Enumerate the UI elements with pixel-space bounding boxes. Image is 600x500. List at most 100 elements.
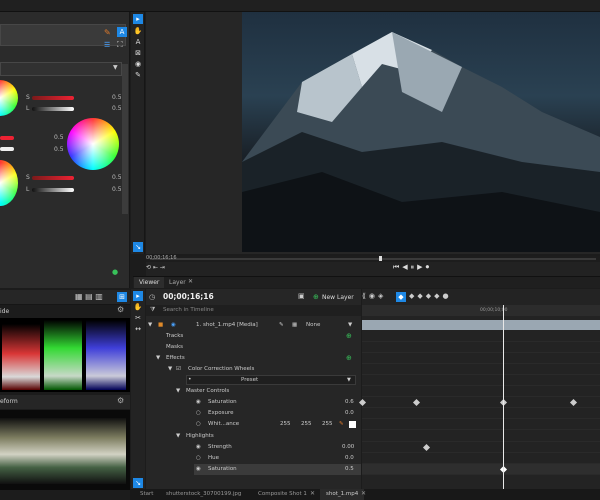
- razor-tool-icon[interactable]: ✂: [133, 313, 143, 323]
- chevron-down-icon[interactable]: ▼: [176, 431, 180, 442]
- new-layer-icon[interactable]: ⊕: [313, 293, 319, 301]
- master-controls-row[interactable]: ▼ Master Controls: [146, 386, 361, 397]
- chevron-down-icon[interactable]: ▼: [148, 320, 152, 331]
- effect-row[interactable]: ▼ ☑ Color Correction Wheels: [146, 364, 361, 375]
- film-icon[interactable]: ▣: [298, 292, 305, 300]
- keyframe-mode-icon[interactable]: ◆: [396, 292, 406, 302]
- mask-tool-icon[interactable]: ◉: [133, 59, 143, 69]
- keyframe-toggle-icon[interactable]: ○: [196, 408, 201, 419]
- tab-image[interactable]: shutterstock_30700199.jpg: [160, 489, 247, 500]
- hue-row[interactable]: ○ Hue 0.0: [146, 453, 361, 464]
- l-slider[interactable]: [32, 107, 74, 111]
- loop-icon[interactable]: ⟲ ⇤ ⇥: [146, 264, 165, 271]
- wb-g-value[interactable]: 255: [301, 419, 312, 430]
- l2-label: L: [26, 186, 30, 193]
- saturation-value[interactable]: 0.6: [345, 397, 354, 408]
- layer-row[interactable]: ▼ ■ ◉ 1. shot_1.mp4 [Media] ✎ ▦ None ▼: [146, 320, 361, 331]
- transform-tool-icon[interactable]: ⊠: [133, 48, 143, 58]
- s-slider[interactable]: [32, 96, 74, 100]
- white-balance-row[interactable]: ○ Whit...ance 255 255 255 ✎: [146, 419, 361, 430]
- clip-bar[interactable]: [362, 320, 600, 330]
- tab-viewer[interactable]: Viewer: [134, 277, 165, 288]
- color-swatch[interactable]: [349, 421, 356, 428]
- tab-layer[interactable]: Layer: [164, 277, 191, 288]
- close-icon[interactable]: ✕: [310, 490, 315, 497]
- exposure-row[interactable]: ○ Exposure 0.0: [146, 408, 361, 419]
- quad-view-icon[interactable]: ⊞: [117, 292, 127, 302]
- gear-icon[interactable]: ⚙: [117, 305, 124, 314]
- wb-r-value[interactable]: 255: [280, 419, 291, 430]
- filter-icon[interactable]: ⧩: [150, 306, 155, 314]
- layout-grid-icon[interactable]: ▦ ▤ ▥: [75, 292, 103, 301]
- scrollbar[interactable]: [122, 64, 128, 214]
- checkbox-icon[interactable]: ☑: [176, 364, 181, 375]
- pen-icon[interactable]: ✎: [279, 320, 284, 331]
- strength-value[interactable]: 0.00: [342, 442, 354, 453]
- hue-value[interactable]: 0.0: [345, 453, 354, 464]
- track-row: [362, 442, 600, 453]
- keyframe-toggle-icon[interactable]: ○: [196, 453, 201, 464]
- strength-row[interactable]: ◉ Strength 0.00: [146, 442, 361, 453]
- color-wheel-midtones[interactable]: [67, 118, 119, 170]
- search-input[interactable]: Search in Timeline: [163, 307, 214, 313]
- keyframe-nav-icons[interactable]: ⟪◉◈: [362, 292, 386, 300]
- snap-icon[interactable]: ↘: [133, 478, 143, 488]
- playhead[interactable]: [379, 256, 382, 261]
- chevron-down-icon[interactable]: ▼: [156, 353, 160, 364]
- mid-s-slider[interactable]: [0, 136, 14, 140]
- timeline-playhead[interactable]: [503, 305, 504, 489]
- tab-start[interactable]: Start: [134, 489, 159, 500]
- keyframe-toggle-icon[interactable]: ○: [196, 419, 201, 430]
- add-icon[interactable]: ●: [112, 268, 118, 276]
- preset-dropdown[interactable]: [0, 62, 122, 76]
- tab-composite[interactable]: Composite Shot 1: [252, 489, 313, 500]
- close-icon[interactable]: ✕: [361, 490, 366, 497]
- tab-shot[interactable]: shot_1.mp4: [320, 489, 365, 500]
- slip-tool-icon[interactable]: ↔: [133, 324, 143, 334]
- chevron-down-icon[interactable]: ▼: [347, 377, 351, 383]
- playback-controls[interactable]: ⏮◀⏸▶⏺: [393, 263, 432, 272]
- hl-saturation-value[interactable]: 0.5: [345, 464, 354, 475]
- track-row: [362, 431, 600, 442]
- wb-b-value[interactable]: 255: [322, 419, 333, 430]
- hand-tool-icon[interactable]: ✋: [133, 26, 143, 36]
- grid-icon[interactable]: ▦: [292, 320, 297, 331]
- chevron-down-icon[interactable]: ▼: [168, 364, 172, 375]
- keyframe-toggle-icon[interactable]: ◉: [196, 442, 201, 453]
- preset-select[interactable]: [186, 375, 356, 385]
- tracks-row[interactable]: Tracks: [146, 331, 361, 342]
- blend-mode-select[interactable]: None: [306, 320, 320, 331]
- eye-icon[interactable]: ◉: [171, 320, 176, 331]
- list-icon[interactable]: ☰: [104, 41, 110, 49]
- add-icon[interactable]: ⊕: [346, 332, 352, 340]
- chevron-down-icon[interactable]: ▼: [176, 386, 180, 397]
- keyframe-toggle-icon[interactable]: ◉: [196, 397, 201, 408]
- expand-icon[interactable]: ⛶: [117, 40, 123, 50]
- highlights-row[interactable]: ▼ Highlights: [146, 431, 361, 442]
- saturation-row[interactable]: ◉ Saturation 0.6: [146, 397, 361, 408]
- effects-row[interactable]: ▼ Effects: [146, 353, 361, 364]
- text-tool-icon[interactable]: A: [133, 37, 143, 47]
- select-tool-icon[interactable]: ▸: [133, 14, 143, 24]
- masks-row[interactable]: Masks: [146, 342, 361, 353]
- exposure-value[interactable]: 0.0: [345, 408, 354, 419]
- eyedropper-icon[interactable]: ✎: [339, 419, 344, 430]
- keyframe-type-icons[interactable]: ◆◆◆◆●: [409, 292, 452, 300]
- color-picker-icon[interactable]: A: [117, 27, 127, 37]
- gear-icon[interactable]: ⚙: [117, 396, 124, 405]
- mid-l-slider[interactable]: [0, 147, 14, 151]
- select-tool-icon[interactable]: ▸: [133, 291, 143, 301]
- l2-slider[interactable]: [32, 188, 74, 192]
- s2-slider[interactable]: [32, 176, 74, 180]
- eyedropper-icon[interactable]: ✎: [104, 28, 111, 37]
- waveform-toolbar: [0, 395, 130, 409]
- hand-tool-icon[interactable]: ✋: [133, 302, 143, 312]
- hl-saturation-row[interactable]: ◉ Saturation 0.5: [194, 464, 361, 475]
- keyframe-toggle-icon[interactable]: ◉: [196, 464, 201, 475]
- new-layer-button[interactable]: New Layer: [322, 294, 354, 301]
- chevron-down-icon[interactable]: ▼: [348, 320, 352, 331]
- snap-icon[interactable]: ↘: [133, 242, 143, 252]
- add-icon[interactable]: ⊕: [346, 354, 352, 362]
- pen-tool-icon[interactable]: ✎: [133, 70, 143, 80]
- close-icon[interactable]: ✕: [188, 278, 193, 285]
